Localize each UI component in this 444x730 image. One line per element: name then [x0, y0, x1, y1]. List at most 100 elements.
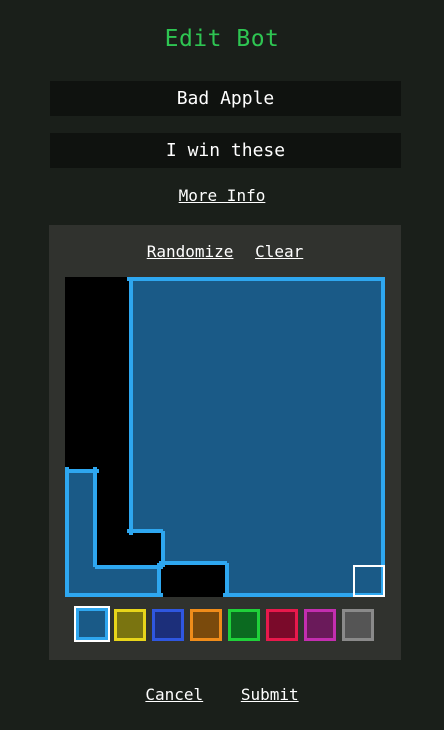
grid-cell[interactable] — [129, 469, 161, 501]
grid-cell[interactable] — [257, 309, 289, 341]
grid-cell[interactable] — [321, 373, 353, 405]
grid-cell[interactable] — [129, 309, 161, 341]
grid-cell[interactable] — [289, 437, 321, 469]
color-swatch-blue[interactable] — [74, 606, 110, 642]
grid-cell[interactable] — [321, 501, 353, 533]
grid-cell[interactable] — [353, 341, 385, 373]
grid-cell[interactable] — [193, 277, 225, 309]
randomize-link[interactable]: Randomize — [147, 242, 234, 261]
grid-cell[interactable] — [129, 341, 161, 373]
grid-cell[interactable] — [353, 533, 385, 565]
color-swatch-green[interactable] — [228, 609, 260, 641]
grid-cell[interactable] — [353, 405, 385, 437]
grid-cell[interactable] — [289, 469, 321, 501]
grid-cell[interactable] — [161, 533, 193, 565]
grid-cell[interactable] — [321, 469, 353, 501]
color-swatch-gray[interactable] — [342, 609, 374, 641]
grid-cell[interactable] — [193, 373, 225, 405]
grid-cell[interactable] — [353, 501, 385, 533]
grid-cell[interactable] — [257, 405, 289, 437]
grid-cell[interactable] — [65, 565, 97, 597]
grid-cell[interactable] — [353, 309, 385, 341]
grid-cell[interactable] — [257, 437, 289, 469]
grid-cell[interactable] — [225, 501, 257, 533]
grid-cell[interactable] — [65, 469, 97, 501]
grid-cell[interactable] — [353, 277, 385, 309]
grid-cell[interactable] — [129, 437, 161, 469]
grid-cell[interactable] — [257, 533, 289, 565]
grid-cell[interactable] — [353, 565, 385, 597]
page-title: Edit Bot — [164, 26, 280, 52]
grid-cell[interactable] — [225, 437, 257, 469]
grid-cell[interactable] — [321, 405, 353, 437]
bot-name-input[interactable] — [50, 81, 401, 116]
grid-cell[interactable] — [257, 277, 289, 309]
cancel-button[interactable]: Cancel — [145, 685, 203, 704]
grid-cell[interactable] — [161, 469, 193, 501]
color-swatch-crimson[interactable] — [266, 609, 298, 641]
grid-cell[interactable] — [225, 565, 257, 597]
grid-cell[interactable] — [193, 437, 225, 469]
more-info-link[interactable]: More Info — [179, 186, 266, 205]
grid-cell[interactable] — [321, 565, 353, 597]
grid-cell[interactable] — [257, 565, 289, 597]
pixel-grid[interactable] — [65, 277, 385, 597]
grid-cell[interactable] — [161, 501, 193, 533]
grid-cell[interactable] — [193, 501, 225, 533]
grid-cell[interactable] — [161, 373, 193, 405]
grid-cell[interactable] — [193, 405, 225, 437]
color-swatch-navy[interactable] — [152, 609, 184, 641]
color-swatch-orange[interactable] — [190, 609, 222, 641]
grid-cell[interactable] — [353, 437, 385, 469]
color-swatch-magenta[interactable] — [304, 609, 336, 641]
grid-cell[interactable] — [161, 309, 193, 341]
grid-cell[interactable] — [353, 373, 385, 405]
grid-cell[interactable] — [225, 469, 257, 501]
grid-cell[interactable] — [225, 277, 257, 309]
grid-cell[interactable] — [129, 277, 161, 309]
form-actions: Cancel Submit — [0, 685, 444, 704]
grid-cell[interactable] — [161, 405, 193, 437]
grid-cell[interactable] — [193, 341, 225, 373]
grid-cell[interactable] — [193, 469, 225, 501]
grid-cell[interactable] — [225, 373, 257, 405]
grid-cell[interactable] — [289, 309, 321, 341]
grid-cell[interactable] — [97, 565, 129, 597]
grid-cell[interactable] — [193, 533, 225, 565]
grid-cell[interactable] — [225, 405, 257, 437]
grid-cell[interactable] — [193, 309, 225, 341]
grid-cell[interactable] — [289, 373, 321, 405]
grid-cell[interactable] — [129, 373, 161, 405]
grid-cell[interactable] — [321, 437, 353, 469]
grid-cell[interactable] — [257, 373, 289, 405]
grid-cell[interactable] — [289, 533, 321, 565]
clear-link[interactable]: Clear — [255, 242, 303, 261]
color-swatch-yellow[interactable] — [114, 609, 146, 641]
grid-cell[interactable] — [65, 501, 97, 533]
grid-cell[interactable] — [129, 501, 161, 533]
grid-cell[interactable] — [321, 533, 353, 565]
grid-cell[interactable] — [129, 405, 161, 437]
grid-cell[interactable] — [225, 309, 257, 341]
grid-cell[interactable] — [321, 341, 353, 373]
grid-cell[interactable] — [289, 565, 321, 597]
bot-description-input[interactable] — [50, 133, 401, 168]
grid-cell[interactable] — [129, 565, 161, 597]
grid-cell[interactable] — [225, 533, 257, 565]
grid-cell[interactable] — [161, 437, 193, 469]
grid-cell[interactable] — [289, 405, 321, 437]
grid-cell[interactable] — [161, 277, 193, 309]
grid-cell[interactable] — [321, 309, 353, 341]
grid-cell[interactable] — [161, 341, 193, 373]
grid-cell[interactable] — [321, 277, 353, 309]
grid-cell[interactable] — [257, 469, 289, 501]
grid-cell[interactable] — [353, 469, 385, 501]
grid-cell[interactable] — [289, 277, 321, 309]
grid-cell[interactable] — [257, 341, 289, 373]
submit-button[interactable]: Submit — [241, 685, 299, 704]
grid-cell[interactable] — [225, 341, 257, 373]
grid-cell[interactable] — [289, 341, 321, 373]
grid-cell[interactable] — [65, 533, 97, 565]
grid-cell[interactable] — [289, 501, 321, 533]
grid-cell[interactable] — [257, 501, 289, 533]
